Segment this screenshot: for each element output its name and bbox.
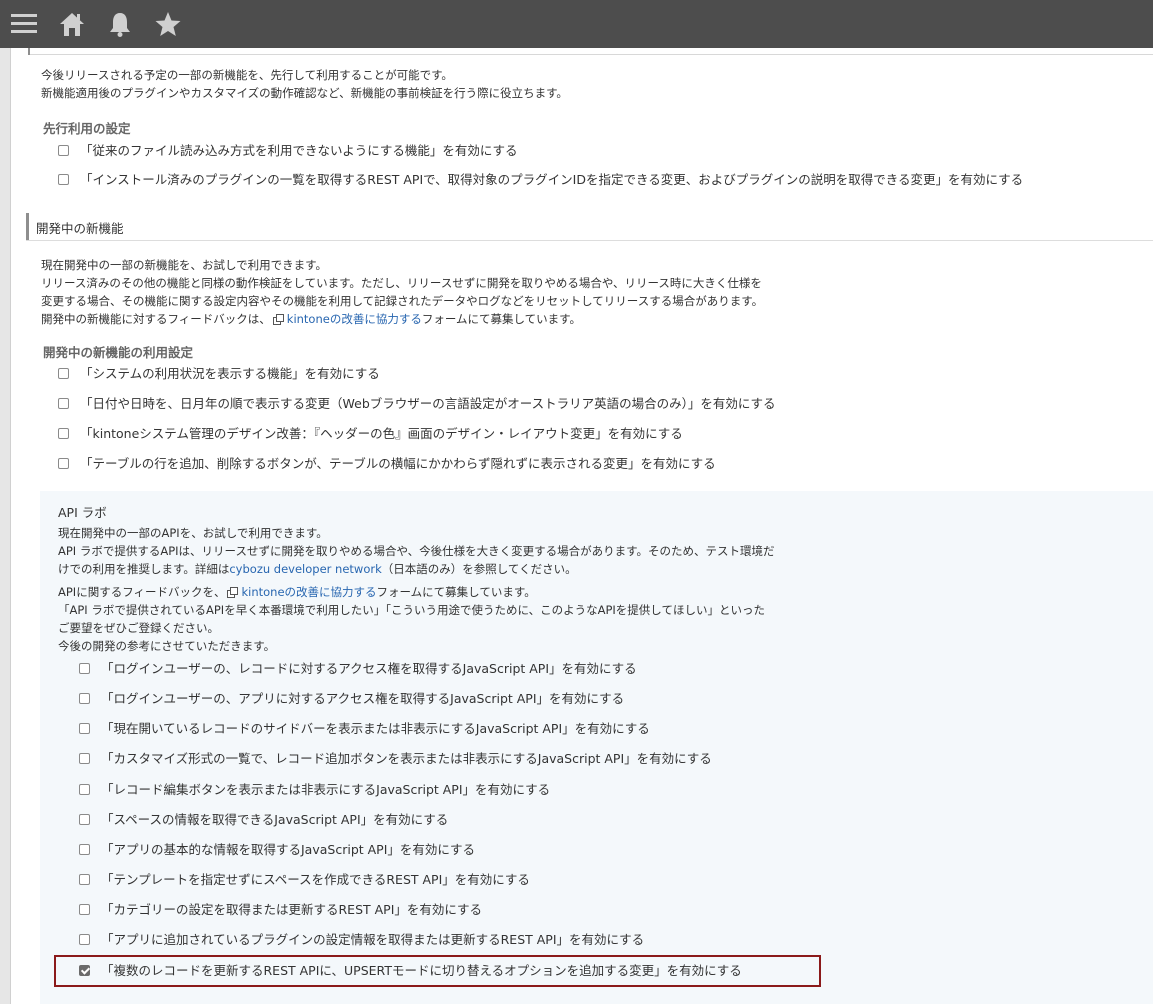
left-edge	[0, 48, 11, 1004]
feedback-link[interactable]: kintoneの改善に協力する	[287, 312, 422, 326]
home-icon[interactable]	[58, 10, 86, 38]
option-label: 「インストール済みのプラグインの一覧を取得するREST APIで、取得対象のプラ…	[80, 172, 1024, 187]
checkbox[interactable]	[79, 874, 90, 885]
checkbox[interactable]	[79, 663, 90, 674]
external-link-icon	[272, 314, 284, 325]
menu-icon[interactable]	[10, 10, 38, 38]
api-desc-3: けでの利用を推奨します。詳細はcybozu developer network（…	[58, 562, 577, 576]
checkbox[interactable]	[58, 458, 69, 469]
option-label: 「ログインユーザーの、アプリに対するアクセス権を取得するJavaScript A…	[101, 691, 625, 706]
api-desc-7: 今後の開発の参考にさせていただきます。	[58, 639, 276, 653]
checkbox[interactable]	[58, 145, 69, 156]
checkbox[interactable]	[79, 693, 90, 704]
checkbox[interactable]	[79, 784, 90, 795]
dev-section-header: 開発中の新機能	[26, 213, 1153, 241]
preview-desc-1: 今後リリースされる予定の一部の新機能を、先行して利用することが可能です。	[41, 68, 453, 82]
checkbox[interactable]	[58, 398, 69, 409]
cybozu-developer-link[interactable]: cybozu developer network	[229, 562, 381, 576]
checkbox[interactable]	[79, 844, 90, 855]
api-desc-4: APIに関するフィードバックを、 kintoneの改善に協力するフォームにて募集し…	[58, 585, 536, 599]
dev-section-title: 開発中の新機能	[36, 221, 124, 236]
dev-desc-3: 変更する場合、その機能に関する設定内容やその機能を利用して記録されたデータやログ…	[41, 294, 764, 308]
checkbox[interactable]	[79, 934, 90, 945]
option-label: 「現在開いているレコードのサイドバーを表示または非表示にするJavaScript…	[101, 721, 650, 736]
api-desc-1: 現在開発中の一部のAPIを、お試しで利用できます。	[58, 526, 328, 540]
option-label: 「カスタマイズ形式の一覧で、レコード追加ボタンを表示または非表示にするJavaS…	[101, 751, 712, 766]
api-desc-2: API ラボで提供するAPIは、リリースせずに開発を取りやめる場合や、今後仕様を…	[58, 544, 775, 558]
option-label: 「レコード編集ボタンを表示または非表示にするJavaScript API」を有効…	[101, 782, 551, 797]
dev-desc-4: 開発中の新機能に対するフィードバックは、 kintoneの改善に協力するフォームに…	[41, 312, 582, 326]
checkbox[interactable]	[79, 753, 90, 764]
api-lab-title: API ラボ	[58, 505, 107, 520]
external-link-icon	[227, 587, 239, 598]
option-label: 「日付や日時を、日月年の順で表示する変更（Webブラウザーの言語設定がオーストラ…	[80, 396, 776, 411]
option-label: 「アプリの基本的な情報を取得するJavaScript API」を有効にする	[101, 842, 476, 857]
checkbox[interactable]	[79, 723, 90, 734]
section-divider	[28, 48, 1153, 55]
option-label: 「アプリに追加されているプラグインの設定情報を取得または更新するREST API…	[101, 932, 645, 947]
preview-desc-2: 新機能適用後のプラグインやカスタマイズの動作確認など、新機能の事前検証を行う際に…	[41, 86, 568, 100]
api-desc-6: ご要望をぜひご登録ください。	[58, 621, 219, 635]
bell-icon[interactable]	[106, 10, 134, 38]
option-label: 「kintoneシステム管理のデザイン改善：『ヘッダーの色』画面のデザイン・レイ…	[80, 426, 683, 441]
api-desc-5: 「API ラボで提供されているAPIを早く本番環境で利用したい」「こういう用途で…	[58, 603, 765, 617]
checkbox[interactable]	[58, 428, 69, 439]
option-label: 「テンプレートを指定せずにスペースを作成できるREST API」を有効にする	[101, 872, 530, 887]
option-label: 「従来のファイル読み込み方式を利用できないようにする機能」を有効にする	[80, 143, 518, 158]
preview-settings-title: 先行利用の設定	[43, 121, 131, 136]
option-label: 「カテゴリーの設定を取得または更新するREST API」を有効にする	[101, 902, 483, 917]
checkbox[interactable]	[58, 174, 69, 185]
option-label: 「スペースの情報を取得できるJavaScript API」を有効にする	[101, 812, 449, 827]
star-icon[interactable]	[154, 10, 182, 38]
option-label: 「システムの利用状況を表示する機能」を有効にする	[80, 366, 380, 381]
option-label: 「ログインユーザーの、レコードに対するアクセス権を取得するJavaScript …	[101, 661, 637, 676]
checkbox[interactable]	[79, 904, 90, 915]
top-header	[0, 0, 1153, 48]
settings-content: 今後リリースされる予定の一部の新機能を、先行して利用することが可能です。 新機能…	[11, 48, 1153, 1004]
checkbox[interactable]	[58, 368, 69, 379]
checkbox[interactable]	[79, 814, 90, 825]
api-feedback-link[interactable]: kintoneの改善に協力する	[241, 585, 376, 599]
highlight-box	[54, 955, 821, 987]
dev-desc-2: リリース済みのその他の機能と同様の動作検証をしています。ただし、リリースせずに開…	[41, 276, 762, 290]
option-label: 「テーブルの行を追加、削除するボタンが、テーブルの横幅にかかわらず隠れずに表示さ…	[80, 456, 716, 471]
dev-settings-title: 開発中の新機能の利用設定	[43, 345, 194, 360]
dev-desc-1: 現在開発中の一部の新機能を、お試しで利用できます。	[41, 258, 328, 272]
